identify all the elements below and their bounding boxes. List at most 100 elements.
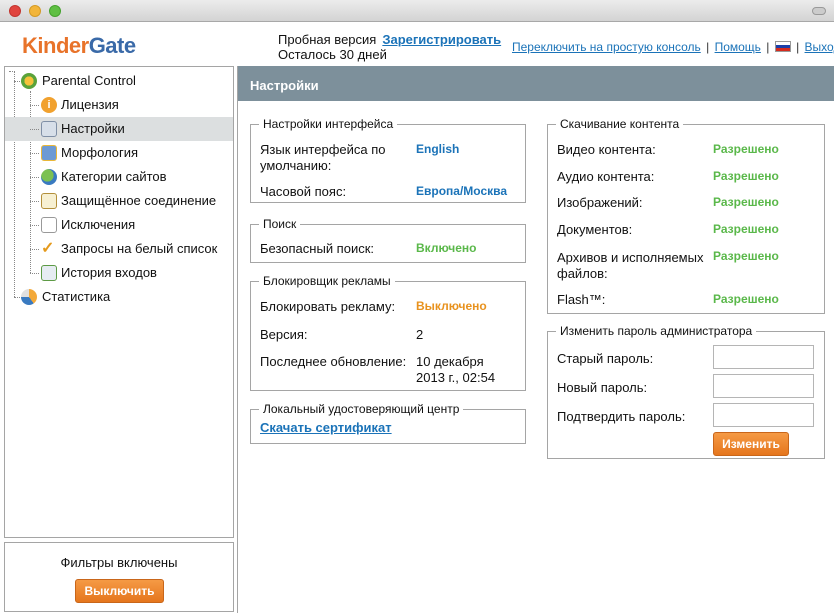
group-legend: Поиск (259, 217, 301, 231)
tree-line (30, 249, 39, 250)
navigation-tree: Parental Control i Лицензия Настройки Мо… (4, 66, 234, 538)
old-password-input[interactable] (713, 345, 814, 369)
close-window-button[interactable] (9, 5, 21, 17)
tree-item-categories[interactable]: Категории сайтов (5, 165, 233, 189)
switch-console-link[interactable]: Переключить на простую консоль (512, 40, 701, 54)
confirm-password-label: Подтвердить пароль: (557, 409, 686, 424)
statistics-icon (21, 289, 37, 305)
language-value[interactable]: English (416, 141, 459, 157)
group-legend: Скачивание контента (556, 117, 684, 131)
top-links: Переключить на простую консоль | Помощь … (512, 40, 834, 54)
parental-control-icon (21, 73, 37, 89)
tree-item-label: Защищённое соединение (61, 193, 217, 208)
archives-value[interactable]: Разрешено (713, 248, 779, 264)
tree-item-label: Исключения (61, 217, 136, 232)
separator: | (766, 40, 770, 54)
timezone-value[interactable]: Европа/Москва (416, 183, 507, 199)
tree-item-parental-control[interactable]: Parental Control (5, 69, 233, 93)
group-legend: Локальный удостоверяющий центр (259, 402, 464, 416)
download-certificate-link[interactable]: Скачать сертификат (260, 420, 392, 436)
group-legend: Изменить пароль администратора (556, 324, 757, 338)
safe-search-value[interactable]: Включено (416, 240, 476, 256)
tree-item-license[interactable]: i Лицензия (5, 93, 233, 117)
kindergate-logo: KinderGate (22, 33, 136, 59)
tree-item-exceptions[interactable]: Исключения (5, 213, 233, 237)
search-group: Поиск Безопасный поиск: Включено (250, 217, 526, 263)
documents-label: Документов: (557, 222, 633, 237)
content-download-group: Скачивание контента Видео контента: Разр… (547, 117, 825, 314)
old-password-label: Старый пароль: (557, 351, 654, 366)
window-titlebar (0, 0, 834, 22)
new-password-input[interactable] (713, 374, 814, 398)
language-label: Язык интерфейса по умолчанию: (260, 142, 386, 174)
tree-item-morphology[interactable]: Морфология (5, 141, 233, 165)
tree-item-label: Морфология (61, 145, 139, 160)
tree-item-label: Настройки (61, 121, 125, 136)
tree-item-label: Запросы на белый список (61, 241, 218, 256)
audio-label: Аудио контента: (557, 169, 655, 184)
zoom-window-button[interactable] (49, 5, 61, 17)
new-password-label: Новый пароль: (557, 380, 648, 395)
register-link[interactable]: Зарегистрировать (382, 32, 501, 47)
flash-label: Flash™: (557, 292, 606, 307)
tree-item-label: Категории сайтов (61, 169, 167, 184)
audio-value[interactable]: Разрешено (713, 168, 779, 184)
tree-item-login-history[interactable]: История входов (5, 261, 233, 285)
block-ads-value[interactable]: Выключено (416, 298, 487, 314)
tree-item-settings[interactable]: Настройки (5, 117, 233, 141)
change-password-button[interactable]: Изменить (713, 432, 789, 456)
tree-line (30, 129, 39, 130)
archives-label: Архивов и исполняемых файлов: (557, 250, 703, 282)
tree-line (30, 273, 39, 274)
separator: | (706, 40, 710, 54)
disable-filters-button[interactable]: Выключить (75, 579, 164, 603)
russian-flag-icon[interactable] (774, 41, 791, 52)
value-line: 10 декабря (416, 354, 484, 369)
trial-label: Пробная версия (278, 32, 377, 47)
block-ads-label: Блокировать рекламу: (260, 299, 396, 314)
change-password-group: Изменить пароль администратора Старый па… (547, 324, 825, 459)
tree-item-label: Parental Control (42, 73, 136, 88)
checkmark-icon: ✓ (41, 240, 55, 257)
categories-icon (41, 169, 57, 185)
documents-value[interactable]: Разрешено (713, 221, 779, 237)
tree-line (30, 225, 39, 226)
images-label: Изображений: (557, 195, 643, 210)
video-value[interactable]: Разрешено (713, 141, 779, 157)
tree-item-whitelist-requests[interactable]: ✓ Запросы на белый список (5, 237, 233, 261)
tree-line (30, 201, 39, 202)
adblock-group: Блокировщик рекламы Блокировать рекламу:… (250, 274, 526, 391)
tree-line (30, 153, 39, 154)
help-link[interactable]: Помощь (715, 40, 761, 54)
tree-item-statistics[interactable]: Статистика (5, 285, 233, 309)
days-left: Осталось 30 дней (278, 47, 387, 62)
tree-line (30, 177, 39, 178)
last-update-value: 10 декабря 2013 г., 02:54 (416, 354, 495, 386)
tree-item-label: Лицензия (61, 97, 119, 112)
logo-part-1: Kinder (22, 33, 89, 58)
tree-item-secure-connection[interactable]: Защищённое соединение (5, 189, 233, 213)
images-value[interactable]: Разрешено (713, 194, 779, 210)
separator: | (796, 40, 800, 54)
flash-value[interactable]: Разрешено (713, 291, 779, 307)
label-line: Язык интерфейса по (260, 142, 386, 157)
settings-icon (41, 121, 57, 137)
page-title: Настройки (238, 66, 834, 101)
logout-link[interactable]: Выход (805, 40, 834, 54)
group-legend: Блокировщик рекламы (259, 274, 395, 288)
value-line: 2013 г., 02:54 (416, 370, 496, 385)
filters-status: Фильтры включены (60, 555, 178, 570)
tree-item-label: История входов (61, 265, 157, 280)
exceptions-icon (41, 217, 57, 233)
secure-connection-icon (41, 193, 57, 209)
label-line: Архивов и исполняемых (557, 250, 704, 265)
minimize-window-button[interactable] (29, 5, 41, 17)
safe-search-label: Безопасный поиск: (260, 241, 375, 256)
history-icon (41, 265, 57, 281)
toolbar-toggle-button[interactable] (812, 7, 826, 15)
trial-info: Пробная версия Зарегистрировать Осталось … (278, 32, 501, 62)
local-ca-group: Локальный удостоверяющий центр Скачать с… (250, 402, 526, 444)
confirm-password-input[interactable] (713, 403, 814, 427)
filters-panel: Фильтры включены Выключить (4, 542, 234, 612)
info-icon: i (41, 97, 57, 113)
